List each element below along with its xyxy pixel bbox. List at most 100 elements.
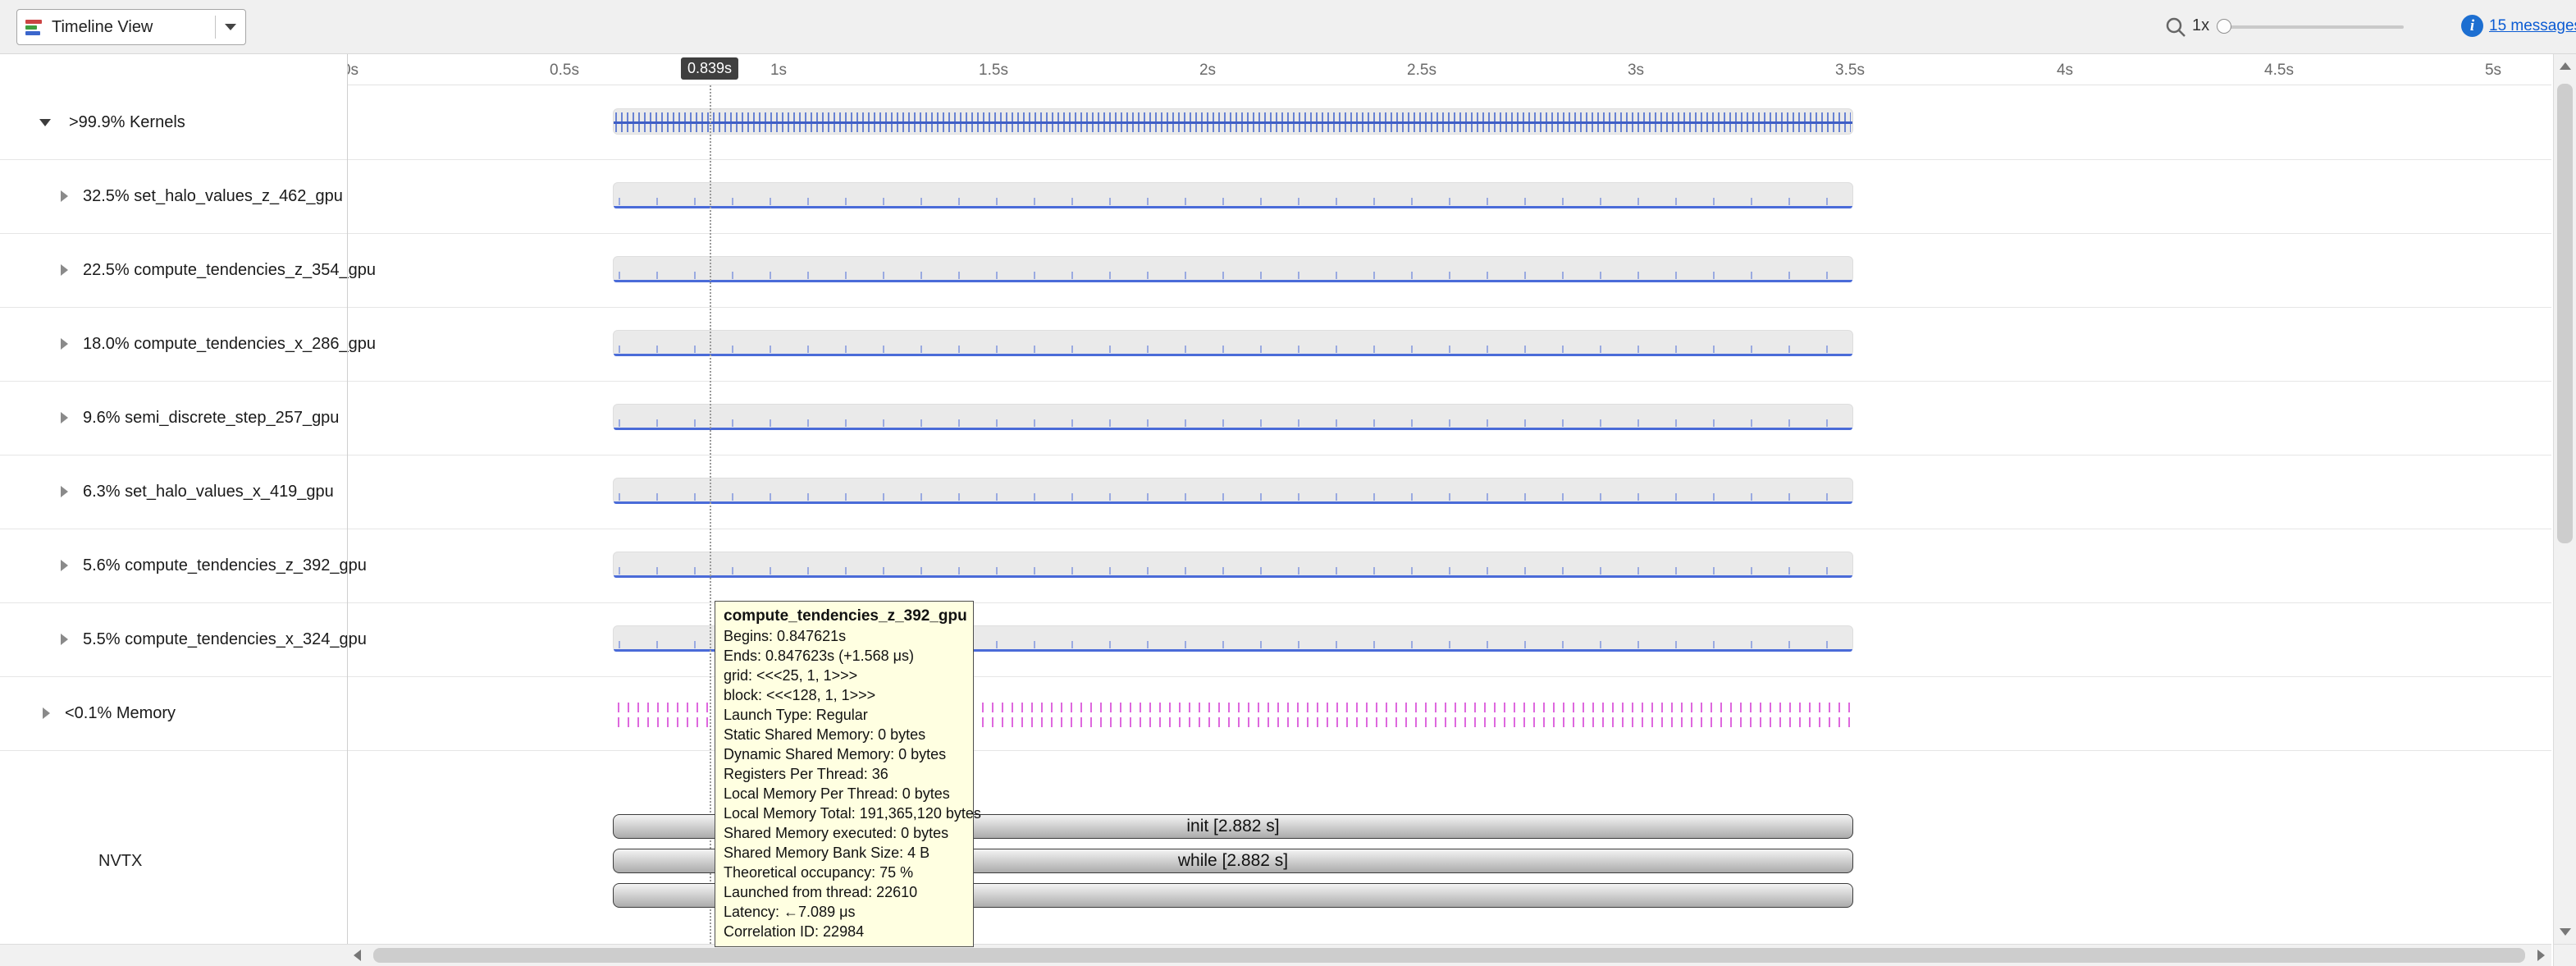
tree-row-kernel-3[interactable]: 18.0% compute_tendencies_x_286_gpu [0, 307, 347, 381]
tooltip-line: Correlation ID: 22984 [724, 922, 965, 941]
nsight-timeline-window: Timeline View 1x i 15 messages 0s 0.5s 1… [0, 0, 2576, 966]
tooltip-line: grid: <<<25, 1, 1>>> [724, 666, 965, 685]
tree-row-label: <0.1% Memory [65, 704, 176, 723]
row-separator [0, 676, 2551, 677]
tree-row-kernel-7[interactable]: 5.5% compute_tendencies_x_324_gpu [0, 602, 347, 676]
view-selector-label: Timeline View [52, 18, 215, 37]
toolbar: Timeline View 1x i 15 messages [0, 0, 2576, 54]
ruler-tick: 2s [1199, 62, 1216, 80]
tree-row-kernels[interactable]: >99.9% Kernels [0, 85, 347, 159]
tooltip-line: Shared Memory Bank Size: 4 B [724, 843, 965, 863]
expander-closed-icon[interactable] [61, 190, 68, 202]
tree-row-label: 5.6% compute_tendencies_z_392_gpu [83, 556, 367, 575]
panel-timeline-divider [347, 54, 348, 944]
info-icon[interactable]: i [2461, 15, 2483, 37]
tooltip-line: Ends: 0.847623s (+1.568 μs) [724, 646, 965, 666]
ruler-tick: 3.5s [1835, 62, 1865, 80]
tree-row-label: 9.6% semi_discrete_step_257_gpu [83, 409, 339, 428]
kernel-band[interactable] [613, 330, 1853, 356]
ruler-tick: 1s [770, 62, 787, 80]
row-separator [0, 455, 2551, 456]
vertical-scrollbar-thumb[interactable] [2557, 84, 2573, 543]
ruler-tick: 0.5s [550, 62, 579, 80]
tooltip-line: Theoretical occupancy: 75 % [724, 863, 965, 882]
timeline-canvas[interactable]: init [2.882 s] while [2.882 s] [347, 85, 2551, 944]
kernels-summary-band[interactable] [613, 108, 1853, 135]
scroll-left-icon[interactable] [354, 950, 361, 961]
expander-closed-icon[interactable] [61, 486, 68, 497]
row-separator [0, 159, 2551, 160]
row-separator [0, 233, 2551, 234]
kernel-band[interactable] [613, 552, 1853, 578]
kernel-band[interactable] [613, 182, 1853, 208]
messages-link[interactable]: 15 messages [2489, 17, 2576, 35]
time-marker-badge[interactable]: 0.839s [681, 57, 738, 80]
ruler-tick: 1.5s [979, 62, 1008, 80]
ruler-tick: 4.5s [2264, 62, 2294, 80]
tree-row-kernel-1[interactable]: 32.5% set_halo_values_z_462_gpu [0, 159, 347, 233]
scroll-up-icon[interactable] [2560, 62, 2571, 70]
ruler-tick: 3s [1628, 62, 1644, 80]
tooltip-line: Local Memory Total: 191,365,120 bytes [724, 803, 965, 823]
timeline-view-icon [25, 17, 43, 37]
tooltip-line: Local Memory Per Thread: 0 bytes [724, 784, 965, 803]
row-separator [0, 602, 2551, 603]
kernel-band[interactable] [613, 256, 1853, 282]
expander-closed-icon[interactable] [61, 264, 68, 276]
dropdown-caret-zone[interactable] [216, 24, 245, 30]
tree-row-label: 6.3% set_halo_values_x_419_gpu [83, 483, 334, 501]
kernel-band[interactable] [613, 404, 1853, 430]
tooltip-title: compute_tendencies_z_392_gpu [724, 607, 965, 626]
zoom-slider-thumb[interactable] [2217, 19, 2231, 34]
tree-row-label: 22.5% compute_tendencies_z_354_gpu [83, 261, 376, 280]
tree-row-label: >99.9% Kernels [69, 113, 185, 132]
nvtx-range-label: init [2.882 s] [1186, 817, 1279, 836]
horizontal-scrollbar-thumb[interactable] [373, 948, 2525, 963]
tree-row-label: 32.5% set_halo_values_z_462_gpu [83, 187, 343, 206]
kernel-tooltip: compute_tendencies_z_392_gpu Begins: 0.8… [715, 601, 974, 947]
tooltip-line: Static Shared Memory: 0 bytes [724, 725, 965, 744]
zoom-level-label: 1x [2192, 16, 2209, 35]
scroll-right-icon[interactable] [2537, 950, 2545, 961]
tooltip-line: Dynamic Shared Memory: 0 bytes [724, 744, 965, 764]
tooltip-line: block: <<<128, 1, 1>>> [724, 685, 965, 705]
tooltip-line: Launched from thread: 22610 [724, 882, 965, 902]
tree-row-kernel-5[interactable]: 6.3% set_halo_values_x_419_gpu [0, 455, 347, 529]
tree-row-kernel-6[interactable]: 5.6% compute_tendencies_z_392_gpu [0, 529, 347, 602]
tree-row-memory[interactable]: <0.1% Memory [0, 676, 347, 750]
expander-open-icon[interactable] [39, 119, 51, 126]
expander-closed-icon[interactable] [61, 634, 68, 645]
row-separator [0, 307, 2551, 308]
tooltip-line: Latency: ←7.089 μs [724, 902, 965, 922]
scroll-down-icon[interactable] [2560, 928, 2571, 936]
bottom-left-filler [0, 944, 347, 966]
zoom-slider-track[interactable] [2218, 25, 2404, 29]
nvtx-range-label: while [2.882 s] [1178, 851, 1288, 871]
scrollbar-corner [2553, 944, 2576, 966]
expander-closed-icon[interactable] [61, 338, 68, 350]
ruler-tick: 5s [2485, 62, 2501, 80]
expander-closed-icon[interactable] [61, 412, 68, 423]
tooltip-line: Launch Type: Regular [724, 705, 965, 725]
vertical-scrollbar[interactable] [2553, 54, 2576, 944]
tree-row-label: 18.0% compute_tendencies_x_286_gpu [83, 335, 376, 354]
expander-closed-icon[interactable] [61, 560, 68, 571]
row-separator [0, 750, 2551, 751]
tooltip-line: Shared Memory executed: 0 bytes [724, 823, 965, 843]
expander-closed-icon[interactable] [43, 707, 50, 719]
tooltip-line: Begins: 0.847621s [724, 626, 965, 646]
ruler-tick: 4s [2057, 62, 2073, 80]
row-separator [0, 381, 2551, 382]
ruler-tick: 2.5s [1407, 62, 1436, 80]
kernel-density-line [614, 121, 1852, 124]
tree-row-kernel-4[interactable]: 9.6% semi_discrete_step_257_gpu [0, 381, 347, 455]
view-selector-dropdown[interactable]: Timeline View [16, 9, 246, 45]
tree-row-kernel-2[interactable]: 22.5% compute_tendencies_z_354_gpu [0, 233, 347, 307]
ruler-tick: 0s [347, 62, 359, 80]
kernel-band[interactable] [613, 478, 1853, 504]
nvtx-section-label[interactable]: NVTX [98, 852, 142, 871]
horizontal-scrollbar[interactable] [347, 944, 2551, 966]
tooltip-line: Registers Per Thread: 36 [724, 764, 965, 784]
chevron-down-icon [225, 24, 236, 30]
zoom-magnifier-icon[interactable] [2164, 16, 2187, 43]
